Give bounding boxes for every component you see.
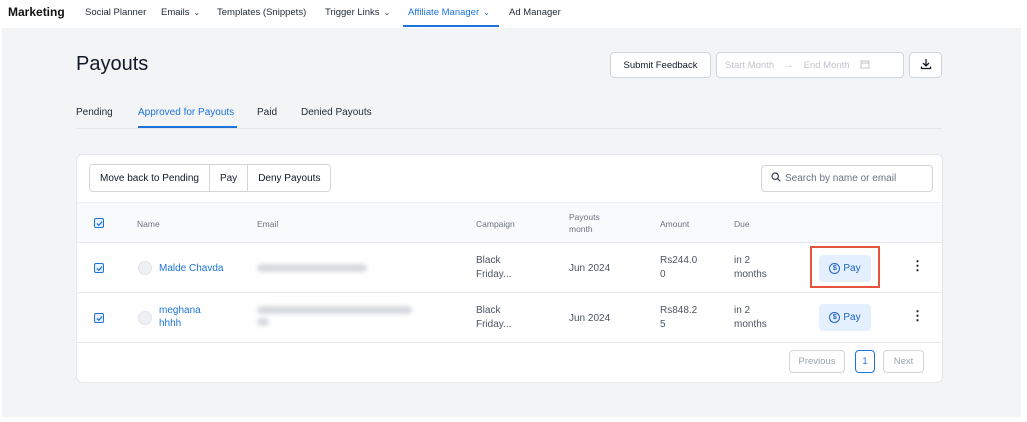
payouts-table-card: Move back to Pending Pay Deny Payouts Se… bbox=[76, 154, 943, 383]
column-header-email: Email bbox=[257, 219, 279, 229]
payout-month: Jun 2024 bbox=[569, 313, 611, 324]
nav-item-label: Templates (Snippets) bbox=[217, 7, 307, 18]
row-checkbox[interactable] bbox=[94, 313, 104, 323]
start-month-placeholder: Start Month bbox=[725, 59, 775, 71]
nav-item-label: Trigger Links bbox=[325, 7, 380, 18]
email-redacted bbox=[257, 306, 412, 314]
table-header: Name Email Campaign Payouts month Amount… bbox=[77, 202, 942, 243]
column-header-due: Due bbox=[734, 219, 750, 229]
pay-button[interactable]: $ Pay bbox=[819, 304, 871, 331]
move-back-to-pending-button[interactable]: Move back to Pending bbox=[90, 165, 210, 191]
pay-button[interactable]: $ Pay bbox=[819, 255, 871, 282]
payout-month: Jun 2024 bbox=[569, 263, 611, 274]
search-input[interactable]: Search by name or email bbox=[761, 165, 933, 192]
download-icon bbox=[920, 58, 932, 73]
campaign-line1: Black bbox=[476, 255, 501, 266]
column-header-payouts-month-line2: month bbox=[569, 224, 593, 234]
table-row: Malde Chavda Black Friday... Jun 2024 Rs… bbox=[77, 243, 942, 293]
search-icon bbox=[771, 172, 781, 185]
check-icon bbox=[95, 220, 103, 226]
tabs-divider bbox=[76, 128, 942, 129]
due-line1: in 2 bbox=[734, 255, 751, 266]
nav-item-social-planner[interactable]: Social Planner bbox=[85, 7, 146, 18]
calendar-icon bbox=[860, 59, 870, 72]
deny-payouts-button[interactable]: Deny Payouts bbox=[248, 165, 331, 191]
amount-line1: Rs848.2 bbox=[660, 305, 698, 316]
column-header-campaign: Campaign bbox=[476, 219, 515, 229]
column-header-name: Name bbox=[137, 219, 160, 229]
tab-paid[interactable]: Paid bbox=[257, 107, 277, 118]
more-options-icon[interactable]: ⋮ bbox=[911, 308, 924, 324]
column-header-payouts-month-line1: Payouts bbox=[569, 212, 600, 222]
end-month-placeholder: End Month bbox=[803, 59, 850, 71]
chevron-down-icon: ⌄ bbox=[483, 8, 490, 17]
due-line1: in 2 bbox=[734, 305, 751, 316]
affiliate-name-link[interactable]: meghana bbox=[159, 305, 201, 316]
tab-denied-payouts[interactable]: Denied Payouts bbox=[301, 107, 372, 118]
campaign-line2: Friday... bbox=[476, 269, 512, 280]
bulk-action-group: Move back to Pending Pay Deny Payouts bbox=[89, 164, 332, 192]
more-options-icon[interactable]: ⋮ bbox=[911, 258, 924, 274]
next-page-button[interactable]: Next bbox=[883, 350, 924, 373]
email-redacted bbox=[257, 318, 269, 326]
nav-item-label: Ad Manager bbox=[509, 7, 561, 18]
submit-feedback-button[interactable]: Submit Feedback bbox=[610, 52, 711, 78]
chevron-down-icon: ⌄ bbox=[383, 8, 391, 17]
dollar-circle-icon: $ bbox=[829, 312, 841, 323]
tab-approved-for-payouts[interactable]: Approved for Payouts bbox=[138, 107, 234, 118]
page-title: Payouts bbox=[76, 53, 149, 75]
due-line2: months bbox=[734, 269, 767, 280]
check-icon bbox=[95, 315, 103, 321]
select-all-checkbox[interactable] bbox=[94, 218, 104, 228]
page-number-button[interactable]: 1 bbox=[855, 350, 875, 373]
amount-line2: 0 bbox=[660, 269, 666, 280]
nav-item-emails[interactable]: Emails ⌄ bbox=[161, 7, 200, 18]
nav-item-trigger-links[interactable]: Trigger Links ⌄ bbox=[325, 7, 390, 18]
chevron-down-icon: ⌄ bbox=[193, 8, 201, 17]
search-placeholder: Search by name or email bbox=[785, 173, 897, 184]
download-button[interactable] bbox=[909, 52, 942, 78]
pay-button-label: Pay bbox=[843, 312, 861, 323]
pay-button-label: Pay bbox=[843, 263, 861, 274]
avatar bbox=[138, 261, 152, 275]
amount-line2: 5 bbox=[660, 319, 666, 330]
nav-item-label: Affiliate Manager bbox=[408, 7, 480, 18]
previous-page-button[interactable]: Previous bbox=[789, 350, 845, 373]
main-content: Payouts Submit Feedback Start Month → En… bbox=[2, 28, 1021, 417]
nav-item-ad-manager[interactable]: Ad Manager bbox=[509, 7, 561, 18]
tab-pending[interactable]: Pending bbox=[76, 107, 113, 118]
active-nav-indicator bbox=[403, 25, 499, 27]
arrow-right-icon: → bbox=[784, 59, 794, 71]
avatar bbox=[138, 311, 152, 325]
due-line2: months bbox=[734, 319, 767, 330]
affiliate-name-link-line2[interactable]: hhhh bbox=[159, 318, 181, 329]
amount-line1: Rs244.0 bbox=[660, 255, 698, 266]
nav-item-affiliate-manager[interactable]: Affiliate Manager ⌄ bbox=[408, 7, 490, 18]
bulk-pay-button[interactable]: Pay bbox=[209, 165, 249, 191]
affiliate-name-link[interactable]: Malde Chavda bbox=[159, 263, 223, 274]
month-range-picker[interactable]: Start Month → End Month bbox=[716, 52, 904, 78]
column-header-amount: Amount bbox=[660, 219, 690, 229]
row-checkbox[interactable] bbox=[94, 263, 104, 273]
campaign-line2: Friday... bbox=[476, 319, 512, 330]
table-row: meghana hhhh Black Friday... Jun 2024 Rs… bbox=[77, 293, 942, 343]
email-redacted bbox=[257, 264, 367, 272]
nav-item-templates[interactable]: Templates (Snippets) bbox=[217, 7, 306, 18]
dollar-circle-icon: $ bbox=[829, 263, 841, 274]
campaign-line1: Black bbox=[476, 305, 501, 316]
check-icon bbox=[95, 265, 103, 271]
brand-title: Marketing bbox=[8, 5, 65, 19]
nav-item-label: Emails bbox=[161, 7, 190, 18]
top-nav: Marketing Social Planner Emails ⌄ Templat… bbox=[0, 0, 1027, 27]
nav-item-label: Social Planner bbox=[85, 7, 147, 18]
